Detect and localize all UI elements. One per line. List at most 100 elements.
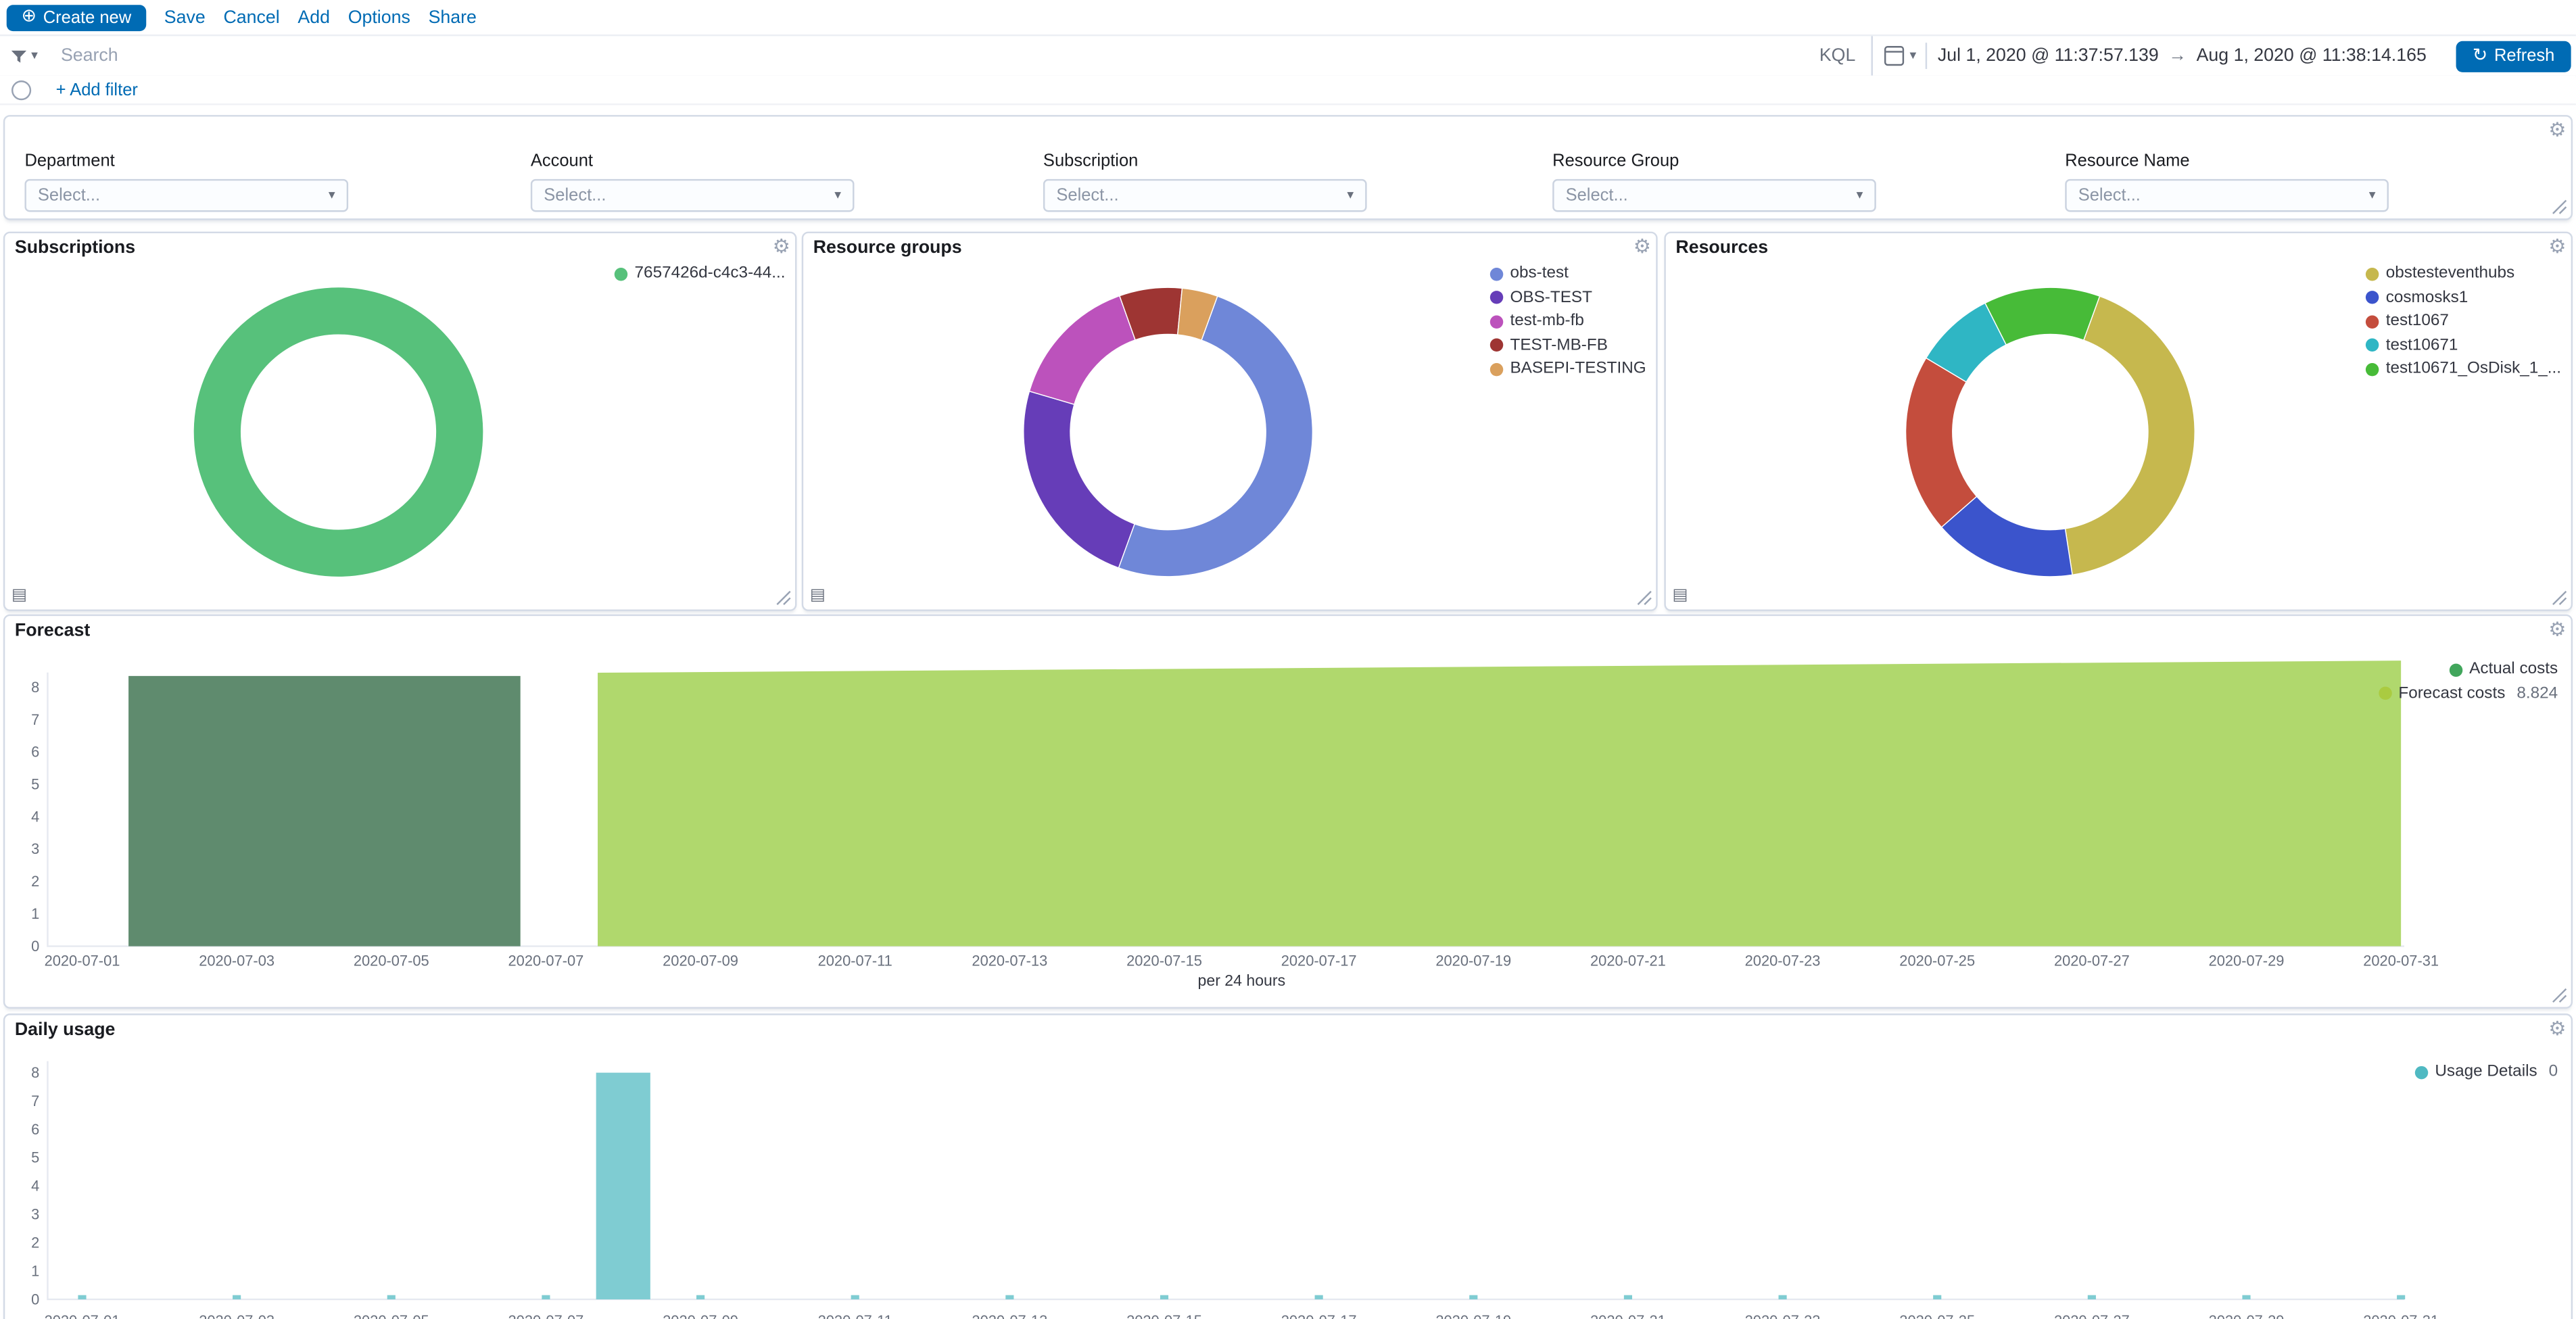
legend-label: obs-test [1510, 264, 1568, 283]
select-placeholder: Select... [1566, 186, 1857, 206]
legend-color-dot [1490, 362, 1503, 375]
legend-color-dot [2415, 1065, 2428, 1078]
panel-settings-gear-icon[interactable]: ⚙ [2548, 235, 2566, 258]
account-select[interactable]: Select... ▾ [531, 179, 855, 212]
legend-item[interactable]: test-mb-fb [1490, 312, 1646, 331]
chart-legend: Usage Details 0 [2415, 1063, 2558, 1086]
resource-group-select[interactable]: Select... ▾ [1552, 179, 1876, 212]
panel-settings-gear-icon[interactable]: ⚙ [1633, 235, 1651, 258]
legend-toggle-icon[interactable]: ▤ [810, 588, 826, 604]
select-placeholder: Select... [38, 186, 329, 206]
legend-toggle-icon[interactable]: ▤ [1673, 588, 1688, 604]
svg-text:2020-07-09: 2020-07-09 [663, 1312, 738, 1319]
svg-text:2020-07-23: 2020-07-23 [1745, 953, 1821, 969]
legend-color-dot [2366, 267, 2379, 280]
legend-item[interactable]: obs-test [1490, 264, 1646, 283]
legend-item[interactable]: test1067 [2366, 312, 2562, 331]
svg-text:8: 8 [31, 679, 39, 696]
filter-field-resource-name: Resource Name Select... ▾ [2065, 151, 2389, 212]
panel-resize-handle[interactable] [776, 590, 792, 606]
svg-text:2020-07-17: 2020-07-17 [1281, 953, 1357, 969]
svg-text:2020-07-15: 2020-07-15 [1126, 953, 1202, 969]
panel-title[interactable]: Daily usage [15, 1020, 116, 1040]
chevron-down-icon: ▾ [329, 189, 335, 201]
subscription-select[interactable]: Select... ▾ [1043, 179, 1367, 212]
svg-text:2020-07-27: 2020-07-27 [2054, 1312, 2130, 1319]
legend-label: OBS-TEST [1510, 288, 1592, 306]
panel-resize-handle[interactable] [2551, 590, 2567, 606]
filter-field-subscription: Subscription Select... ▾ [1043, 151, 1367, 212]
legend-item[interactable]: BASEPI-TESTING [1490, 360, 1646, 378]
panel-filters: ⚙ Department Select... ▾ Account Select.… [3, 115, 2573, 220]
filter-label: Resource Name [2065, 151, 2389, 171]
resource-groups-donut-chart [1017, 281, 1319, 583]
legend-item[interactable]: test10671 [2366, 336, 2562, 354]
svg-text:2020-07-29: 2020-07-29 [2209, 1312, 2285, 1319]
legend-item[interactable]: 7657426d-c4c3-44... [615, 264, 785, 283]
panel-title[interactable]: Subscriptions [15, 238, 135, 258]
select-placeholder: Select... [1056, 186, 1347, 206]
department-select[interactable]: Select... ▾ [24, 179, 348, 212]
svg-text:7: 7 [31, 1093, 39, 1109]
legend-label: test10671 [2386, 336, 2458, 354]
chart-legend: obs-test OBS-TEST test-mb-fb TEST-MB-FB … [1490, 264, 1646, 383]
legend-label: Actual costs [2469, 661, 2558, 679]
panel-resources: Resources ⚙ obstesteventhubs cosmosks1 t… [1664, 232, 2573, 611]
subscriptions-donut-chart [187, 281, 490, 583]
legend-item[interactable]: TEST-MB-FB [1490, 336, 1646, 354]
legend-toggle-icon[interactable]: ▤ [11, 588, 27, 604]
panel-resize-handle[interactable] [1636, 590, 1652, 606]
select-placeholder: Select... [2078, 186, 2369, 206]
panel-title[interactable]: Resource groups [813, 238, 962, 258]
kibana-dashboard-app: ⊕ Create new Save Cancel Add Options Sha… [0, 0, 2576, 1319]
svg-text:8: 8 [31, 1064, 39, 1081]
svg-text:2020-07-11: 2020-07-11 [818, 953, 892, 969]
legend-item[interactable]: Actual costs [2450, 661, 2558, 679]
panel-title[interactable]: Resources [1675, 238, 1768, 258]
svg-text:2020-07-29: 2020-07-29 [2209, 953, 2285, 969]
legend-label: Usage Details [2435, 1063, 2537, 1081]
legend-label: cosmosks1 [2386, 288, 2468, 306]
panel-settings-gear-icon[interactable]: ⚙ [773, 235, 790, 258]
legend-item[interactable]: Usage Details 0 [2415, 1063, 2558, 1081]
legend-color-dot [615, 267, 627, 280]
panel-resize-handle[interactable] [2551, 199, 2567, 215]
legend-color-dot [2366, 362, 2379, 375]
svg-text:2020-07-21: 2020-07-21 [1590, 953, 1666, 969]
svg-text:4: 4 [31, 808, 39, 825]
panel-subscriptions: Subscriptions ⚙ 7657426d-c4c3-44... ▤ [3, 232, 797, 611]
svg-text:2020-07-03: 2020-07-03 [199, 1312, 275, 1319]
panel-settings-gear-icon[interactable]: ⚙ [2548, 1017, 2566, 1040]
legend-color-dot [2366, 339, 2379, 352]
svg-text:2020-07-07: 2020-07-07 [508, 1312, 584, 1319]
svg-text:2020-07-25: 2020-07-25 [1899, 1312, 1975, 1319]
svg-text:2020-07-05: 2020-07-05 [354, 1312, 429, 1319]
legend-item[interactable]: cosmosks1 [2366, 288, 2562, 306]
legend-color-dot [2366, 314, 2379, 327]
legend-item[interactable]: OBS-TEST [1490, 288, 1646, 306]
svg-text:1: 1 [31, 1262, 39, 1279]
panel-resize-handle[interactable] [2551, 987, 2567, 1003]
legend-value: 8.824 [2517, 684, 2558, 702]
legend-item[interactable]: test10671_OsDisk_1_... [2366, 360, 2562, 378]
legend-color-dot [2379, 687, 2391, 700]
legend-item[interactable]: obstesteventhubs [2366, 264, 2562, 283]
svg-text:7: 7 [31, 711, 39, 728]
svg-text:2020-07-07: 2020-07-07 [508, 953, 584, 969]
filter-field-resource-group: Resource Group Select... ▾ [1552, 151, 1876, 212]
dashboard-grid: ⚙ Department Select... ▾ Account Select.… [0, 0, 2576, 1319]
panel-title[interactable]: Forecast [15, 621, 90, 640]
svg-text:2020-07-11: 2020-07-11 [818, 1312, 892, 1319]
panel-settings-gear-icon[interactable]: ⚙ [2548, 618, 2566, 642]
legend-label: test10671_OsDisk_1_... [2386, 360, 2561, 378]
svg-text:2020-07-05: 2020-07-05 [354, 953, 429, 969]
resource-name-select[interactable]: Select... ▾ [2065, 179, 2389, 212]
filter-label: Subscription [1043, 151, 1367, 171]
svg-text:2: 2 [31, 873, 39, 890]
legend-item[interactable]: Forecast costs 8.824 [2379, 684, 2558, 702]
svg-text:2020-07-31: 2020-07-31 [2363, 1312, 2439, 1319]
legend-label: obstesteventhubs [2386, 264, 2514, 283]
svg-text:5: 5 [31, 776, 39, 793]
svg-text:2020-07-23: 2020-07-23 [1745, 1312, 1821, 1319]
panel-settings-gear-icon[interactable]: ⚙ [2548, 118, 2566, 142]
